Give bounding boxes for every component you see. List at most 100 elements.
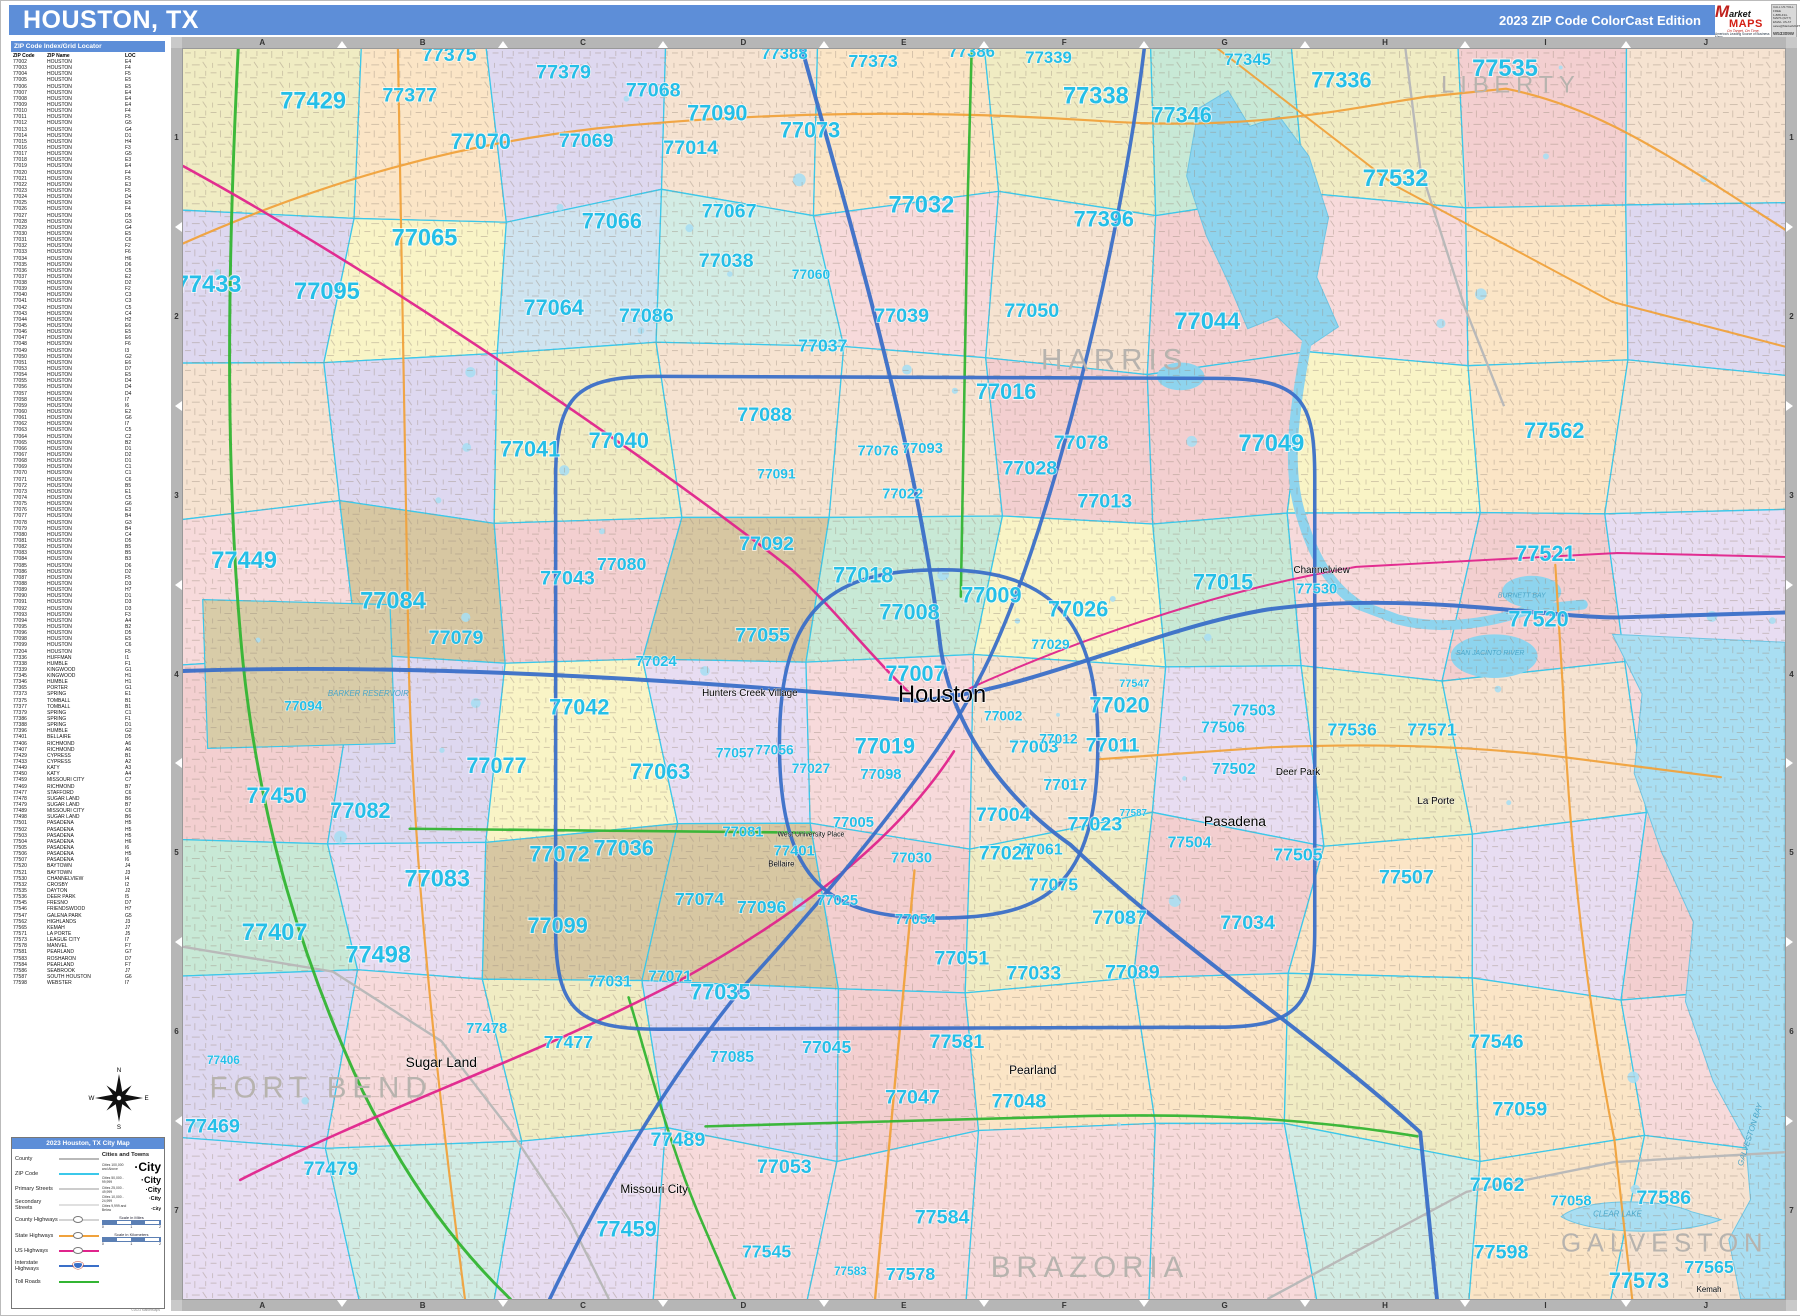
legend-row-statehwy: State Highways: [15, 1228, 102, 1243]
zip-code-label: 77065: [392, 225, 458, 251]
zip-index-title: ZIP Code Index/Grid Locator: [11, 41, 165, 52]
zip-code-label: 77051: [934, 948, 989, 970]
zip-code-label: 77023: [1068, 814, 1123, 836]
map-legend: 2023 Houston, TX City Map CountyZIP Code…: [11, 1137, 165, 1309]
zip-code-label: 77532: [1363, 166, 1429, 192]
zip-code-label: 77050: [1004, 300, 1059, 322]
grid-label-I: I: [1465, 1300, 1625, 1311]
grid-label-7: 7: [171, 1121, 182, 1300]
zip-code-label: 77096: [737, 897, 786, 917]
zip-code-label: 77489: [650, 1129, 705, 1151]
zip-code-label: 77338: [1063, 84, 1129, 110]
zip-code-label: 77536: [1328, 719, 1377, 739]
zip-code-label: 77041: [500, 437, 560, 462]
zip-code-label: 77578: [886, 1264, 935, 1284]
zip-code-label: 77507: [1379, 866, 1434, 888]
zip-code-label: 77048: [992, 1090, 1047, 1112]
water-label: SAN JACINTO RIVER: [1456, 650, 1524, 657]
grid-label-H: H: [1305, 1300, 1465, 1311]
zip-code-label: 77012: [1039, 730, 1078, 746]
legend-row-county: County: [15, 1151, 102, 1166]
toll-symbol: [59, 1277, 99, 1287]
zip-code-label: 77066: [582, 209, 642, 234]
zip-code-label: 77346: [1152, 102, 1212, 127]
legend-city-size-row: Cities 25,000 - 49,999·City: [102, 1186, 161, 1194]
grid-label-5: 5: [1786, 763, 1797, 942]
grid-label-I: I: [1465, 37, 1625, 48]
zip-code-label: 77584: [915, 1207, 970, 1229]
grid-label-B: B: [342, 1300, 502, 1311]
zip-code-label: 77018: [833, 563, 893, 588]
grid-label-C: C: [503, 1300, 663, 1311]
grid-label-1: 1: [171, 48, 182, 227]
city-label: Pasadena: [1204, 813, 1266, 829]
zip-code-label: 77396: [1074, 207, 1134, 232]
city-label: La Porte: [1417, 796, 1455, 807]
zip-code-label: 77008: [879, 599, 939, 624]
interstate-symbol: [59, 1261, 99, 1271]
zip-code-label: 77345: [1224, 50, 1271, 69]
zip-code-label: 77377: [382, 85, 437, 107]
zip-index-table: 77002HOUSTONE477003HOUSTONF477004HOUSTON…: [11, 59, 165, 986]
zip-code-label: 77067: [702, 201, 757, 223]
zip-code-label: 77598: [1474, 1241, 1529, 1263]
primary-symbol: [59, 1184, 99, 1194]
zip-code-label: 77478: [466, 1021, 507, 1037]
grid-label-5: 5: [171, 763, 182, 942]
zip-code-label: 77083: [404, 866, 470, 892]
county-label: GALVESTON: [1561, 1229, 1769, 1257]
zip-code-label: 77033: [1006, 963, 1061, 985]
grid-label-3: 3: [171, 406, 182, 585]
zip-code-label: 77459: [596, 1216, 656, 1241]
zip-code-label: 77379: [536, 62, 591, 84]
zip-code-label: 77098: [860, 767, 901, 783]
zip-code-label: 77078: [1054, 432, 1109, 454]
zip-code-label: 77016: [976, 379, 1036, 404]
grid-label-6: 6: [1786, 942, 1797, 1121]
zip-code-label: 77386: [948, 48, 995, 61]
zip-code-label: 77024: [636, 654, 678, 670]
zip-code-label: 77505: [1273, 844, 1322, 864]
zip-code-label: 77036: [594, 835, 654, 860]
zip-code-label: 77042: [549, 695, 609, 720]
zip-code-label: 77030: [891, 850, 932, 866]
zip-code-label: 77433: [182, 272, 242, 298]
legend-title: 2023 Houston, TX City Map: [12, 1138, 164, 1149]
page-title: HOUSTON, TX: [23, 6, 199, 35]
grid-label-E: E: [824, 37, 984, 48]
zip-code-label: 77054: [895, 912, 937, 928]
zip-code-label: 77062: [1470, 1174, 1525, 1196]
zip-code-label: 77049: [1238, 431, 1304, 457]
zip-code-label: 77090: [687, 100, 747, 125]
zip-code-label: 77055: [735, 624, 790, 646]
zip-code-label: 77026: [1048, 596, 1108, 621]
grid-label-C: C: [503, 37, 663, 48]
zip-code-label: 77506: [1201, 719, 1245, 736]
zip-code-label: 77085: [710, 1049, 754, 1066]
zip-code-label: 77586: [1636, 1187, 1691, 1209]
svg-text:W: W: [89, 1095, 95, 1102]
compass-rose-icon: N S W E: [87, 1063, 151, 1133]
svg-text:N: N: [117, 1067, 122, 1074]
grid-ruler-top: ABCDEFGHIJ: [182, 37, 1786, 48]
zip-code-label: 77013: [1077, 490, 1132, 512]
zip-code-label: 77095: [294, 279, 360, 305]
city-label: Missouri City: [620, 1182, 688, 1196]
legend-row-secondary: Secondary Streets: [15, 1197, 102, 1212]
grid-label-1: 1: [1786, 48, 1797, 227]
zip-code-label: 77056: [755, 741, 794, 757]
zip-code-label: 77064: [524, 295, 584, 320]
grid-label-J: J: [1626, 1300, 1786, 1311]
zip-code-label: 77068: [626, 80, 681, 102]
legend-city-size-row: Cities 10,000 - 24,999·City: [102, 1195, 161, 1203]
county-label: BRAZORIA: [991, 1251, 1189, 1284]
grid-label-7: 7: [1786, 1121, 1797, 1300]
legend-cities-column: Cities and Towns Cities 100,000 and Abov…: [102, 1151, 161, 1290]
zip-code-label: 77060: [792, 266, 831, 282]
zip-index-row: 77598WEBSTERI7: [13, 980, 163, 986]
zip-code-label: 77089: [1105, 962, 1160, 984]
zip-code-label: 77375: [422, 48, 477, 66]
zip-code-label: 77032: [889, 193, 955, 219]
zip-code-label: 77071: [648, 968, 692, 985]
grid-label-F: F: [984, 37, 1144, 48]
